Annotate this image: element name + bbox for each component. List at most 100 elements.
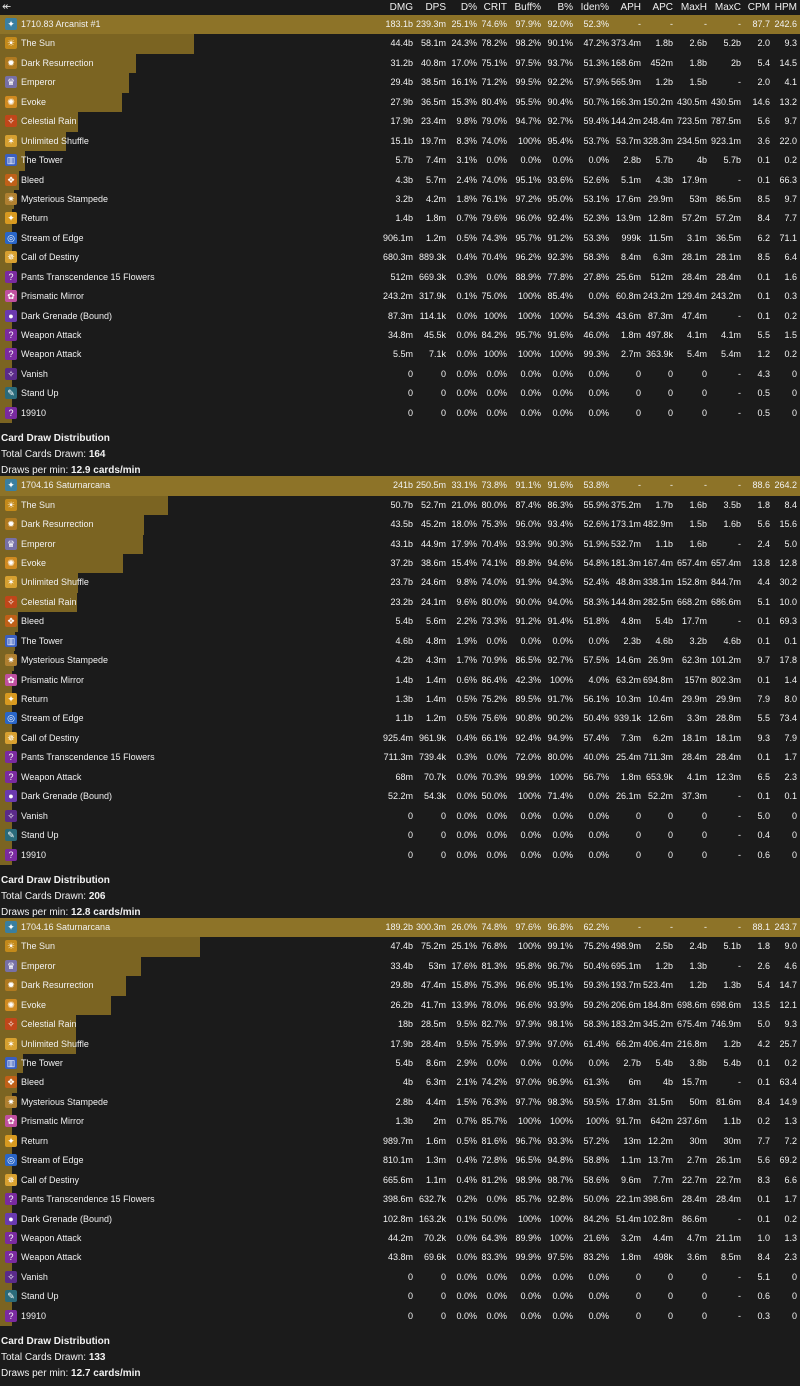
cell-maxh: 17.7m bbox=[681, 616, 707, 627]
skill-row[interactable]: ✶ Unlimited Shuffle 17.9b 28.4m 9.5% 75.9% 97.… bbox=[0, 1034, 800, 1054]
column-header-maxc[interactable]: MaxC bbox=[715, 2, 741, 13]
skill-row[interactable]: ✧ Vanish 0 0 0.0% 0.0% 0.0% 0.0% 0.0% 0 0 0 - 5.0 0 bbox=[0, 806, 800, 827]
column-header-crit[interactable]: CRIT bbox=[484, 2, 507, 13]
skill-row[interactable]: ◎ Stream of Edge 810.1m 1.3m 0.4% 72.8% 96.5% 9… bbox=[0, 1151, 800, 1171]
skill-row[interactable]: ✶ Unlimited Shuffle 23.7b 24.6m 9.8% 74.0% 91.… bbox=[0, 573, 800, 593]
skill-row[interactable]: ? Pants Transcendence 15 Flowers 398.6m 632… bbox=[0, 1190, 800, 1210]
column-header-dps[interactable]: DPS bbox=[425, 2, 446, 13]
skill-row[interactable]: ▥ The Tower 5.7b 7.4m 3.1% 0.0% 0.0% 0.0% 0.0% 2.… bbox=[0, 151, 800, 171]
cell-cpm: 0.1 bbox=[757, 155, 770, 166]
column-header-iden-pct[interactable]: Iden% bbox=[581, 2, 609, 13]
skill-row[interactable]: ☀ The Sun 47.4b 75.2m 25.1% 76.8% 100% 99.1% 75.… bbox=[0, 937, 800, 957]
skill-row[interactable]: ◎ Stream of Edge 1.1b 1.2m 0.5% 75.6% 90.8% 90.… bbox=[0, 709, 800, 729]
total-cards-value: 133 bbox=[88, 1352, 106, 1364]
skill-row[interactable]: ? Pants Transcendence 15 Flowers 711.3m 739… bbox=[0, 748, 800, 768]
skill-row[interactable]: ● Dark Grenade (Bound) 87.3m 114.1k 0.0% 100%… bbox=[0, 306, 800, 326]
skill-row[interactable]: ✺ Evoke 26.2b 41.7m 13.9% 78.0% 96.6% 93.9% 59.2… bbox=[0, 995, 800, 1016]
cell-dmg: 2.8b bbox=[395, 1096, 413, 1107]
skill-row[interactable]: ? 19910 0 0 0.0% 0.0% 0.0% 0.0% 0.0% 0 0 0 - 0.6 0 bbox=[0, 845, 800, 865]
skill-row[interactable]: ❖ Bleed 4.3b 5.7m 2.4% 74.0% 95.1% 93.6% 52.6% 5.… bbox=[0, 170, 800, 190]
skill-row[interactable]: ✹ Dark Resurrection 31.2b 40.8m 17.0% 75.1% 97… bbox=[0, 53, 800, 74]
skill-row[interactable]: ✧ Celestial Rain 23.2b 24.1m 9.6% 80.0% 90.0% 9… bbox=[0, 592, 800, 613]
skill-row[interactable]: ☀ The Sun 44.4b 58.1m 24.3% 78.2% 98.2% 90.1% 47… bbox=[0, 34, 800, 54]
skill-row[interactable]: ● Dark Grenade (Bound) 52.2m 54.3k 0.0% 50.0%… bbox=[0, 787, 800, 807]
column-header-maxh[interactable]: MaxH bbox=[681, 2, 707, 13]
column-header-d-pct[interactable]: D% bbox=[461, 2, 477, 13]
skill-row[interactable]: ◎ Stream of Edge 906.1m 1.2m 0.5% 74.3% 95.7% 9… bbox=[0, 228, 800, 249]
skill-row[interactable]: ✿ Prismatic Mirror 243.2m 317.9k 0.1% 75.0% 10… bbox=[0, 287, 800, 307]
skill-row[interactable]: ❖ Bleed 5.4b 5.6m 2.2% 73.3% 91.2% 91.4% 51.8% 4.… bbox=[0, 612, 800, 632]
skill-row[interactable]: ♛ Emperor 43.1b 44.9m 17.9% 70.4% 93.9% 90.3% 51… bbox=[0, 534, 800, 554]
skill-row[interactable]: ✧ Celestial Rain 17.9b 23.4m 9.8% 79.0% 94.7% 9… bbox=[0, 112, 800, 132]
cell-crit: 74.3% bbox=[481, 232, 507, 243]
skill-row[interactable]: ? 19910 0 0 0.0% 0.0% 0.0% 0.0% 0.0% 0 0 0 - 0.5 0 bbox=[0, 403, 800, 424]
column-header-b-pct[interactable]: B% bbox=[557, 2, 573, 13]
cell-maxc: 923.1m bbox=[710, 135, 741, 146]
skill-row[interactable]: ✹ Dark Resurrection 43.5b 45.2m 18.0% 75.3% 96… bbox=[0, 515, 800, 535]
skill-row[interactable]: ▥ The Tower 5.4b 8.6m 2.9% 0.0% 0.0% 0.0% 0.0% 2.… bbox=[0, 1054, 800, 1074]
skill-row[interactable]: ✎ Stand Up 0 0 0.0% 0.0% 0.0% 0.0% 0.0% 0 0 0 - 0.4 0 bbox=[0, 826, 800, 846]
skill-row[interactable]: ▥ The Tower 4.6b 4.8m 1.9% 0.0% 0.0% 0.0% 0.0% 2.… bbox=[0, 631, 800, 652]
skill-row[interactable]: ? Weapon Attack 68m 70.7k 0.0% 70.3% 99.9% 100%… bbox=[0, 767, 800, 788]
skill-row[interactable]: ✷ Mysterious Stampede 3.2b 4.2m 1.8% 76.1% 97.… bbox=[0, 189, 800, 210]
draws-per-min-label: Draws per min: bbox=[1, 1368, 72, 1380]
character-total-row[interactable]: ✦ 1704.16 Saturnarcana 241b 250.5m 33.1% 73.8… bbox=[0, 476, 800, 496]
skill-row[interactable]: ✎ Stand Up 0 0 0.0% 0.0% 0.0% 0.0% 0.0% 0 0 0 - 0.5 0 bbox=[0, 384, 800, 404]
column-header-hpm[interactable]: HPM bbox=[775, 2, 797, 13]
skill-row[interactable]: ✎ Stand Up 0 0 0.0% 0.0% 0.0% 0.0% 0.0% 0 0 0 - 0.6 0 bbox=[0, 1287, 800, 1307]
cell-dps: 739.4k bbox=[418, 752, 446, 763]
skill-row[interactable]: ✵ Call of Destiny 665.6m 1.1m 0.4% 81.2% 98.9%… bbox=[0, 1170, 800, 1191]
skill-row[interactable]: ✹ Dark Resurrection 29.8b 47.4m 15.8% 75.3% 96… bbox=[0, 976, 800, 996]
skill-row[interactable]: ♛ Emperor 33.4b 53m 17.6% 81.3% 95.8% 96.7% 50.4… bbox=[0, 956, 800, 977]
skill-row[interactable]: ✺ Evoke 37.2b 38.6m 15.4% 74.1% 89.8% 94.6% 54.8… bbox=[0, 553, 800, 574]
skill-row[interactable]: ? 19910 0 0 0.0% 0.0% 0.0% 0.0% 0.0% 0 0 0 - 0.3 0 bbox=[0, 1306, 800, 1327]
skill-row[interactable]: ✿ Prismatic Mirror 1.4b 1.4m 0.6% 86.4% 42.3% 1… bbox=[0, 670, 800, 690]
cell-b-pct: 91.7% bbox=[547, 694, 573, 704]
skill-row[interactable]: ✷ Mysterious Stampede 4.2b 4.3m 1.7% 70.9% 86.… bbox=[0, 651, 800, 671]
skill-row[interactable]: ✷ Mysterious Stampede 2.8b 4.4m 1.5% 76.3% 97.… bbox=[0, 1092, 800, 1113]
skill-row[interactable]: ✵ Call of Destiny 925.4m 961.9k 0.4% 66.1% 92.… bbox=[0, 728, 800, 749]
skill-name: Stream of Edge bbox=[21, 232, 84, 243]
skill-row[interactable]: ● Dark Grenade (Bound) 102.8m 163.2k 0.1% 50.… bbox=[0, 1209, 800, 1229]
cell-crit: 80.0% bbox=[481, 596, 507, 607]
column-header-cpm[interactable]: CPM bbox=[748, 2, 770, 13]
skill-row[interactable]: ✧ Vanish 0 0 0.0% 0.0% 0.0% 0.0% 0.0% 0 0 0 - 5.1 0 bbox=[0, 1267, 800, 1288]
skill-row[interactable]: ✶ Unlimited Shuffle 15.1b 19.7m 8.3% 74.0% 100… bbox=[0, 131, 800, 152]
character-total-row[interactable]: ✦ 1704.16 Saturnarcana 189.2b 300.3m 26.0% 74… bbox=[0, 917, 800, 938]
skill-row[interactable]: ✺ Evoke 27.9b 36.5m 15.3% 80.4% 95.5% 90.4% 50.7… bbox=[0, 92, 800, 113]
sort-arrow-icon[interactable]: ↞ bbox=[2, 0, 11, 13]
cell-hpm: 1.3 bbox=[784, 1232, 797, 1243]
cell-b-pct: 100% bbox=[549, 1116, 573, 1127]
cell-maxc: 1.3b bbox=[723, 980, 741, 991]
skill-row[interactable]: ? Pants Transcendence 15 Flowers 512m 669.3… bbox=[0, 267, 800, 288]
cell-d-pct: 9.8% bbox=[456, 577, 477, 588]
column-header-aph[interactable]: APH bbox=[620, 2, 641, 13]
character-total-row[interactable]: ✦ 1710.83 Arcanist #1 183.1b 239.3m 25.1% 74.… bbox=[0, 15, 800, 35]
emperor-card-icon: ♛ bbox=[5, 959, 17, 972]
skill-row[interactable]: ✧ Vanish 0 0 0.0% 0.0% 0.0% 0.0% 0.0% 0 0 0 - 4.3 0 bbox=[0, 364, 800, 385]
skill-row[interactable]: ✦ Return 989.7m 1.6m 0.5% 81.6% 96.7% 93.3% 57.2… bbox=[0, 1131, 800, 1152]
skill-name: Emperor bbox=[21, 538, 56, 549]
column-header-apc[interactable]: APC bbox=[652, 2, 673, 13]
character-icon: ✦ bbox=[5, 479, 17, 492]
skill-row[interactable]: ♛ Emperor 29.4b 38.5m 16.1% 71.2% 99.5% 92.2% 57… bbox=[0, 73, 800, 93]
skill-row[interactable]: ✵ Call of Destiny 680.3m 889.3k 0.4% 70.4% 96.… bbox=[0, 248, 800, 268]
skill-row[interactable]: ? Weapon Attack 34.8m 45.5k 0.0% 84.2% 95.7% 91… bbox=[0, 326, 800, 346]
skill-row[interactable]: ? Weapon Attack 5.5m 7.1k 0.0% 100% 100% 100% 99… bbox=[0, 345, 800, 365]
cell-d-pct: 0.0% bbox=[456, 1252, 477, 1263]
cell-b-pct: 96.9% bbox=[547, 1077, 573, 1088]
column-header-buff-pct[interactable]: Buff% bbox=[515, 2, 542, 13]
skill-row[interactable]: ✧ Celestial Rain 18b 28.5m 9.5% 82.7% 97.9% 98.… bbox=[0, 1015, 800, 1035]
cell-maxc: 844.7m bbox=[710, 577, 741, 588]
skill-row[interactable]: ? Weapon Attack 44.2m 70.2k 0.0% 64.3% 89.9% 10… bbox=[0, 1228, 800, 1249]
skill-row[interactable]: ✦ Return 1.4b 1.8m 0.7% 79.6% 96.0% 92.4% 52.3% 1… bbox=[0, 209, 800, 229]
skill-row[interactable]: ✦ Return 1.3b 1.4m 0.5% 75.2% 89.5% 91.7% 56.1% 1… bbox=[0, 690, 800, 710]
skill-name: Stand Up bbox=[21, 1291, 59, 1302]
skill-row[interactable]: ? Weapon Attack 43.8m 69.6k 0.0% 83.3% 99.9% 97… bbox=[0, 1248, 800, 1268]
column-header-dmg[interactable]: DMG bbox=[390, 2, 413, 13]
skill-row[interactable]: ☀ The Sun 50.7b 52.7m 21.0% 80.0% 87.4% 86.3% 55… bbox=[0, 495, 800, 516]
skill-name: Dark Grenade (Bound) bbox=[21, 791, 113, 802]
cell-buff-pct: 96.5% bbox=[515, 1155, 541, 1166]
skill-row[interactable]: ❖ Bleed 4b 6.3m 2.1% 74.2% 97.0% 96.9% 61.3% 6m 4b… bbox=[0, 1073, 800, 1093]
skill-row[interactable]: ✿ Prismatic Mirror 1.3b 2m 0.7% 85.7% 100% 100%… bbox=[0, 1112, 800, 1132]
